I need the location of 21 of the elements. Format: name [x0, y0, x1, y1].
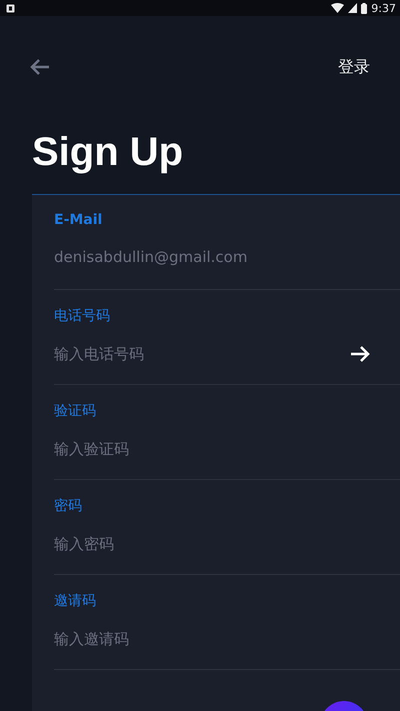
notification-icon	[6, 4, 15, 12]
login-link[interactable]: 登录	[338, 56, 370, 78]
field-label: 邀请码	[54, 592, 97, 610]
wifi-icon	[331, 3, 344, 13]
signal-icon	[348, 3, 358, 13]
page-title: Sign Up	[32, 130, 184, 174]
input-field[interactable]: denisabdullin@gmail.com	[54, 248, 370, 266]
next-button[interactable]	[350, 345, 370, 363]
field-label: 密码	[54, 497, 83, 515]
arrow-right-icon	[350, 345, 370, 363]
field-label: 验证码	[54, 402, 97, 420]
field-label: 电话号码	[54, 307, 111, 325]
back-arrow-icon	[30, 58, 50, 76]
input-field[interactable]: 输入邀请码	[54, 630, 370, 648]
back-button[interactable]	[30, 58, 50, 76]
input-field[interactable]: 输入验证码	[54, 440, 370, 458]
status-time: 9:37	[371, 2, 396, 14]
input-field[interactable]: 输入电话号码	[54, 345, 350, 363]
input-field[interactable]: 输入密码	[54, 535, 370, 553]
field-label: E-Mail	[54, 212, 104, 228]
battery-icon	[361, 2, 368, 14]
